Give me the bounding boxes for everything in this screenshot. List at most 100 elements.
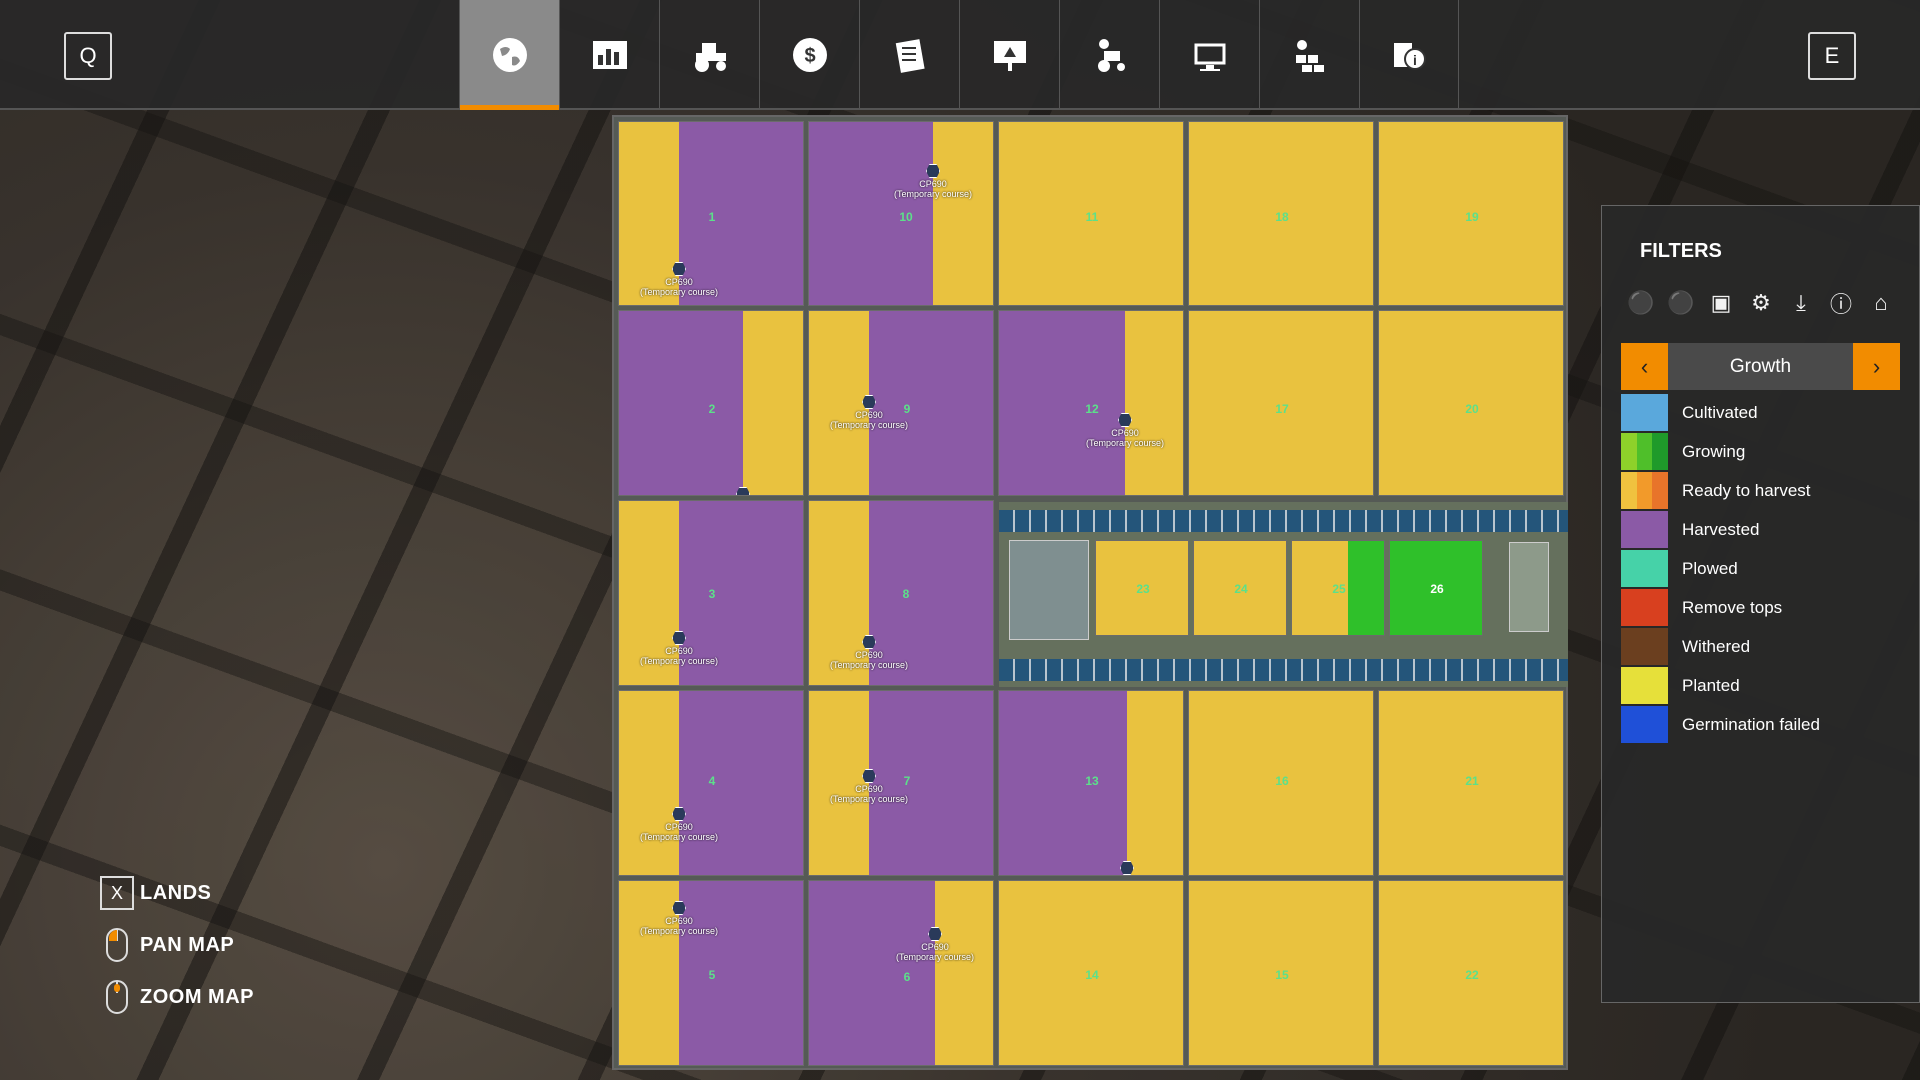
tab-production[interactable] xyxy=(1259,0,1359,110)
legend-item[interactable]: Plowed xyxy=(1621,549,1820,588)
field-17[interactable]: 17 xyxy=(1188,310,1374,496)
field-15[interactable]: 15 xyxy=(1188,880,1374,1066)
production-icon xyxy=(1295,40,1324,72)
tab-map[interactable] xyxy=(459,0,559,110)
legend-item[interactable]: Cultivated xyxy=(1621,393,1820,432)
field-7[interactable]: 7 CP690 (Temporary course) xyxy=(808,690,994,876)
legend-item[interactable]: Withered xyxy=(1621,627,1820,666)
field-number: 19 xyxy=(1465,210,1479,224)
map-overlay-selector[interactable]: ‹ Growth › xyxy=(1621,343,1900,390)
field-6[interactable]: 6 CP690 (Temporary course) xyxy=(808,880,994,1066)
tab-contracts[interactable] xyxy=(859,0,959,110)
field-18[interactable]: 18 xyxy=(1188,121,1374,306)
field-24[interactable]: 24 xyxy=(1193,540,1287,636)
legend-item[interactable]: Harvested xyxy=(1621,510,1820,549)
legend-swatch xyxy=(1621,433,1669,470)
pan-hint: PAN MAP xyxy=(100,927,254,963)
field-number: 16 xyxy=(1275,774,1289,788)
field-number: 4 xyxy=(708,774,716,788)
field-3[interactable]: 3 CP690 (Temporary course) xyxy=(618,500,804,686)
field-map[interactable]: 1 CP690 (Temporary course) 10 CP690 (Tempo… xyxy=(612,115,1568,1070)
field-number: 24 xyxy=(1234,582,1248,596)
tab-workers[interactable] xyxy=(1059,0,1159,110)
zoom-label: ZOOM MAP xyxy=(140,985,254,1008)
lands-key: X xyxy=(100,876,134,910)
tab-statistics[interactable] xyxy=(559,0,659,110)
field-16[interactable]: 16 xyxy=(1188,690,1374,876)
vehicle-marker[interactable]: CP690 (Temporary course) xyxy=(894,164,972,199)
tools-filter-icon[interactable]: ⚙ xyxy=(1746,288,1776,318)
vehicle-marker[interactable]: CP690 (Temporary course) xyxy=(640,631,718,666)
top-menu-bar: Q $ i E xyxy=(0,0,1920,110)
tab-help[interactable]: i xyxy=(1359,0,1459,110)
legend-swatch xyxy=(1621,472,1669,509)
field-4[interactable]: 4 CP690 (Temporary course) xyxy=(618,690,804,876)
field-number: 21 xyxy=(1465,774,1479,788)
vehicle-marker[interactable]: CP690 (Temporary course) xyxy=(640,262,718,297)
vehicle-marker[interactable]: CP690 (Temporary course) xyxy=(640,901,718,936)
field-25[interactable]: 25 xyxy=(1291,540,1385,636)
mouse-wheel-icon xyxy=(100,980,134,1014)
field-8[interactable]: 8 CP690 (Temporary course) xyxy=(808,500,994,686)
vehicle-marker[interactable] xyxy=(736,487,750,495)
legend-item[interactable]: Planted xyxy=(1621,666,1820,705)
chevron-right-icon[interactable]: › xyxy=(1853,343,1900,390)
field-2[interactable]: 2 xyxy=(618,310,804,496)
field-9[interactable]: 9 CP690 (Temporary course) xyxy=(808,310,994,496)
vehicle-marker[interactable]: CP690 (Temporary course) xyxy=(1086,413,1164,448)
legend-item[interactable]: Ready to harvest xyxy=(1621,471,1820,510)
field-12[interactable]: 12 CP690 (Temporary course) xyxy=(998,310,1184,496)
warning-filter-icon[interactable]: ⓘ xyxy=(1826,288,1856,318)
help-icon: i xyxy=(1394,43,1426,70)
workers-icon xyxy=(1097,39,1125,72)
field-13[interactable]: 13 xyxy=(998,690,1184,876)
vehicle-marker[interactable]: CP690 (Temporary course) xyxy=(830,395,908,430)
field-1[interactable]: 1 CP690 (Temporary course) xyxy=(618,121,804,306)
vehicle-marker[interactable]: CP690 (Temporary course) xyxy=(830,769,908,804)
zoom-hint: ZOOM MAP xyxy=(100,979,254,1015)
field-number: 8 xyxy=(902,587,910,601)
field-23[interactable]: 23 xyxy=(1095,540,1189,636)
vehicle-marker[interactable]: CP690 (Temporary course) xyxy=(830,635,908,670)
field-number: 22 xyxy=(1465,968,1479,982)
field-10[interactable]: 10 CP690 (Temporary course) xyxy=(808,121,994,306)
field-26[interactable]: 26 xyxy=(1389,540,1483,636)
field-number: 20 xyxy=(1465,402,1479,416)
vehicle-marker[interactable]: CP690 (Temporary course) xyxy=(640,807,718,842)
sell-point-filter-icon[interactable]: ⤓ xyxy=(1786,288,1816,318)
tab-vehicles[interactable] xyxy=(659,0,759,110)
legend-swatch xyxy=(1621,589,1668,626)
field-20[interactable]: 20 xyxy=(1378,310,1564,496)
legend-swatch xyxy=(1621,550,1668,587)
legend-item[interactable]: Germination failed xyxy=(1621,705,1820,744)
legend-item[interactable]: Remove tops xyxy=(1621,588,1820,627)
field-14[interactable]: 14 xyxy=(998,880,1184,1066)
lands-label: LANDS xyxy=(140,881,212,904)
legend-label: Ready to harvest xyxy=(1682,480,1811,500)
vehicle-marker[interactable]: CP690 (Temporary course) xyxy=(896,927,974,962)
legend-item[interactable]: Growing xyxy=(1621,432,1820,471)
svg-text:$: $ xyxy=(804,45,815,67)
farmhouse-filter-icon[interactable]: ⌂ xyxy=(1866,288,1896,318)
field-22[interactable]: 22 xyxy=(1378,880,1564,1066)
trailer-filter-icon[interactable]: ▣ xyxy=(1706,288,1736,318)
field-11[interactable]: 11 xyxy=(998,121,1184,306)
farmyard[interactable]: 23 24 25 26 xyxy=(999,502,1568,687)
next-page-key[interactable]: E xyxy=(1808,32,1856,80)
tab-finances[interactable]: $ xyxy=(759,0,859,110)
chevron-left-icon[interactable]: ‹ xyxy=(1621,343,1668,390)
lands-hint[interactable]: X LANDS xyxy=(100,875,254,911)
tractor-filter-icon[interactable]: ⚫ xyxy=(1626,288,1656,318)
vehicle-marker[interactable] xyxy=(1120,861,1134,875)
field-5[interactable]: 5 CP690 (Temporary course) xyxy=(618,880,804,1066)
farm-buildings[interactable] xyxy=(1009,540,1089,640)
field-21[interactable]: 21 xyxy=(1378,690,1564,876)
growth-legend: Cultivated Growing Ready to harvest Harvest… xyxy=(1621,393,1820,744)
legend-label: Growing xyxy=(1682,441,1746,461)
tab-animals[interactable] xyxy=(959,0,1059,110)
tab-settings[interactable] xyxy=(1159,0,1259,110)
globe-icon xyxy=(492,38,527,72)
field-19[interactable]: 19 xyxy=(1378,121,1564,306)
prev-page-key[interactable]: Q xyxy=(64,32,112,80)
combine-filter-icon[interactable]: ⚫ xyxy=(1666,288,1696,318)
